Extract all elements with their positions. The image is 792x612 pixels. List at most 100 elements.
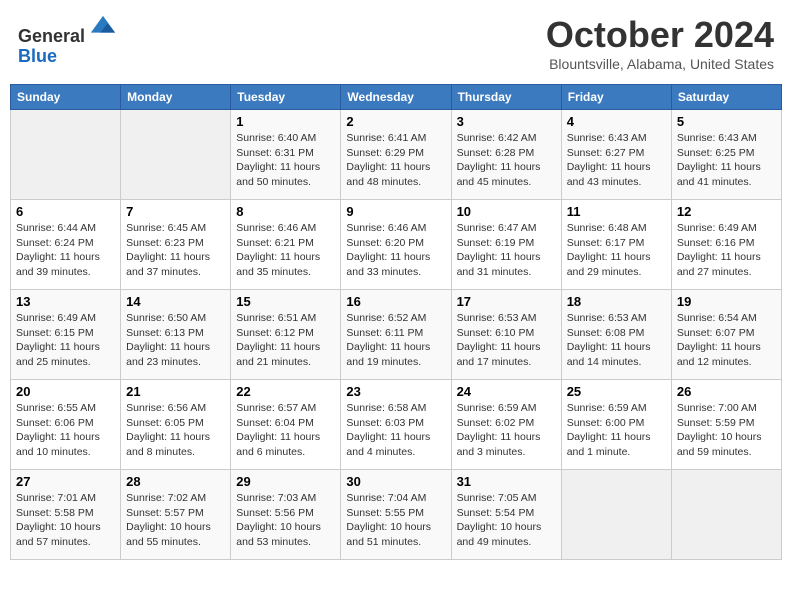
calendar-cell: 5Sunrise: 6:43 AMSunset: 6:25 PMDaylight… xyxy=(671,110,781,200)
calendar-cell: 2 Sunrise: 6:41 AMSunset: 6:29 PMDaylight… xyxy=(341,110,451,200)
day-info: Sunrise: 6:57 AMSunset: 6:04 PMDaylight:… xyxy=(236,401,335,460)
day-number: 30 xyxy=(346,474,445,489)
calendar-cell: 15 Sunrise: 6:51 AMSunset: 6:12 PMDayligh… xyxy=(231,290,341,380)
day-number: 23 xyxy=(346,384,445,399)
calendar-cell: 10 Sunrise: 6:47 AMSunset: 6:19 PMDayligh… xyxy=(451,200,561,290)
day-number: 21 xyxy=(126,384,225,399)
day-info: Sunrise: 6:56 AMSunset: 6:05 PMDaylight:… xyxy=(126,401,225,460)
day-header-saturday: Saturday xyxy=(671,85,781,110)
day-number: 16 xyxy=(346,294,445,309)
day-number: 19 xyxy=(677,294,776,309)
logo-icon xyxy=(89,14,117,42)
day-header-friday: Friday xyxy=(561,85,671,110)
day-info: Sunrise: 6:53 AMSunset: 6:10 PMDaylight:… xyxy=(457,311,556,370)
day-number: 22 xyxy=(236,384,335,399)
day-number: 10 xyxy=(457,204,556,219)
day-number: 4 xyxy=(567,114,666,129)
calendar-cell: 26Sunrise: 7:00 AMSunset: 5:59 PMDayligh… xyxy=(671,380,781,470)
calendar-week-row: 27Sunrise: 7:01 AMSunset: 5:58 PMDayligh… xyxy=(11,470,782,560)
day-info: Sunrise: 6:59 AMSunset: 6:00 PMDaylight:… xyxy=(567,401,666,460)
day-number: 11 xyxy=(567,204,666,219)
calendar-cell: 27Sunrise: 7:01 AMSunset: 5:58 PMDayligh… xyxy=(11,470,121,560)
calendar-week-row: 20 Sunrise: 6:55 AMSunset: 6:06 PMDayligh… xyxy=(11,380,782,470)
calendar-week-row: 1 Sunrise: 6:40 AMSunset: 6:31 PMDaylight… xyxy=(11,110,782,200)
day-number: 28 xyxy=(126,474,225,489)
day-info: Sunrise: 7:02 AMSunset: 5:57 PMDaylight:… xyxy=(126,491,225,550)
calendar-header-row: SundayMondayTuesdayWednesdayThursdayFrid… xyxy=(11,85,782,110)
day-info: Sunrise: 6:46 AMSunset: 6:21 PMDaylight:… xyxy=(236,221,335,280)
title-block: October 2024 Blountsville, Alabama, Unit… xyxy=(546,14,774,72)
calendar-cell: 6 Sunrise: 6:44 AMSunset: 6:24 PMDaylight… xyxy=(11,200,121,290)
calendar-cell xyxy=(561,470,671,560)
calendar-cell: 14Sunrise: 6:50 AMSunset: 6:13 PMDayligh… xyxy=(121,290,231,380)
day-number: 6 xyxy=(16,204,115,219)
calendar-cell: 8 Sunrise: 6:46 AMSunset: 6:21 PMDaylight… xyxy=(231,200,341,290)
calendar-cell: 22 Sunrise: 6:57 AMSunset: 6:04 PMDayligh… xyxy=(231,380,341,470)
location: Blountsville, Alabama, United States xyxy=(546,56,774,72)
calendar-cell: 1 Sunrise: 6:40 AMSunset: 6:31 PMDaylight… xyxy=(231,110,341,200)
day-info: Sunrise: 6:50 AMSunset: 6:13 PMDaylight:… xyxy=(126,311,225,370)
day-info: Sunrise: 6:55 AMSunset: 6:06 PMDaylight:… xyxy=(16,401,115,460)
day-header-tuesday: Tuesday xyxy=(231,85,341,110)
day-info: Sunrise: 7:00 AMSunset: 5:59 PMDaylight:… xyxy=(677,401,776,460)
day-info: Sunrise: 6:46 AMSunset: 6:20 PMDaylight:… xyxy=(346,221,445,280)
logo-blue: Blue xyxy=(18,46,57,66)
calendar-cell: 13 Sunrise: 6:49 AMSunset: 6:15 PMDayligh… xyxy=(11,290,121,380)
day-info: Sunrise: 7:04 AMSunset: 5:55 PMDaylight:… xyxy=(346,491,445,550)
calendar-cell: 4 Sunrise: 6:43 AMSunset: 6:27 PMDaylight… xyxy=(561,110,671,200)
day-number: 18 xyxy=(567,294,666,309)
day-info: Sunrise: 6:44 AMSunset: 6:24 PMDaylight:… xyxy=(16,221,115,280)
calendar-cell: 3Sunrise: 6:42 AMSunset: 6:28 PMDaylight… xyxy=(451,110,561,200)
day-header-monday: Monday xyxy=(121,85,231,110)
calendar-cell xyxy=(671,470,781,560)
page-header: General Blue October 2024 Blountsville, … xyxy=(10,10,782,76)
day-number: 12 xyxy=(677,204,776,219)
logo-general: General xyxy=(18,26,85,46)
day-info: Sunrise: 6:53 AMSunset: 6:08 PMDaylight:… xyxy=(567,311,666,370)
day-header-sunday: Sunday xyxy=(11,85,121,110)
day-header-wednesday: Wednesday xyxy=(341,85,451,110)
calendar-cell: 21 Sunrise: 6:56 AMSunset: 6:05 PMDayligh… xyxy=(121,380,231,470)
day-number: 31 xyxy=(457,474,556,489)
day-number: 1 xyxy=(236,114,335,129)
day-number: 7 xyxy=(126,204,225,219)
calendar-cell: 25Sunrise: 6:59 AMSunset: 6:00 PMDayligh… xyxy=(561,380,671,470)
calendar-cell: 24Sunrise: 6:59 AMSunset: 6:02 PMDayligh… xyxy=(451,380,561,470)
day-info: Sunrise: 6:43 AMSunset: 6:27 PMDaylight:… xyxy=(567,131,666,190)
day-number: 8 xyxy=(236,204,335,219)
calendar-cell: 30 Sunrise: 7:04 AMSunset: 5:55 PMDayligh… xyxy=(341,470,451,560)
logo: General Blue xyxy=(18,14,117,67)
day-number: 9 xyxy=(346,204,445,219)
calendar-cell: 23Sunrise: 6:58 AMSunset: 6:03 PMDayligh… xyxy=(341,380,451,470)
day-info: Sunrise: 6:59 AMSunset: 6:02 PMDaylight:… xyxy=(457,401,556,460)
calendar-cell xyxy=(11,110,121,200)
day-header-thursday: Thursday xyxy=(451,85,561,110)
day-info: Sunrise: 6:49 AMSunset: 6:15 PMDaylight:… xyxy=(16,311,115,370)
day-number: 17 xyxy=(457,294,556,309)
day-number: 5 xyxy=(677,114,776,129)
day-number: 2 xyxy=(346,114,445,129)
calendar-cell: 17 Sunrise: 6:53 AMSunset: 6:10 PMDayligh… xyxy=(451,290,561,380)
day-info: Sunrise: 6:41 AMSunset: 6:29 PMDaylight:… xyxy=(346,131,445,190)
calendar-cell xyxy=(121,110,231,200)
day-info: Sunrise: 6:49 AMSunset: 6:16 PMDaylight:… xyxy=(677,221,776,280)
day-info: Sunrise: 6:40 AMSunset: 6:31 PMDaylight:… xyxy=(236,131,335,190)
calendar-cell: 11Sunrise: 6:48 AMSunset: 6:17 PMDayligh… xyxy=(561,200,671,290)
day-info: Sunrise: 6:51 AMSunset: 6:12 PMDaylight:… xyxy=(236,311,335,370)
calendar-cell: 20 Sunrise: 6:55 AMSunset: 6:06 PMDayligh… xyxy=(11,380,121,470)
calendar-cell: 7 Sunrise: 6:45 AMSunset: 6:23 PMDaylight… xyxy=(121,200,231,290)
calendar-week-row: 13 Sunrise: 6:49 AMSunset: 6:15 PMDayligh… xyxy=(11,290,782,380)
day-number: 15 xyxy=(236,294,335,309)
calendar-cell: 29Sunrise: 7:03 AMSunset: 5:56 PMDayligh… xyxy=(231,470,341,560)
day-info: Sunrise: 7:05 AMSunset: 5:54 PMDaylight:… xyxy=(457,491,556,550)
day-info: Sunrise: 6:45 AMSunset: 6:23 PMDaylight:… xyxy=(126,221,225,280)
calendar-cell: 16Sunrise: 6:52 AMSunset: 6:11 PMDayligh… xyxy=(341,290,451,380)
calendar-cell: 31 Sunrise: 7:05 AMSunset: 5:54 PMDayligh… xyxy=(451,470,561,560)
month-title: October 2024 xyxy=(546,14,774,56)
calendar-cell: 19Sunrise: 6:54 AMSunset: 6:07 PMDayligh… xyxy=(671,290,781,380)
calendar-cell: 18 Sunrise: 6:53 AMSunset: 6:08 PMDayligh… xyxy=(561,290,671,380)
day-number: 13 xyxy=(16,294,115,309)
day-info: Sunrise: 6:47 AMSunset: 6:19 PMDaylight:… xyxy=(457,221,556,280)
day-number: 20 xyxy=(16,384,115,399)
calendar-cell: 28 Sunrise: 7:02 AMSunset: 5:57 PMDayligh… xyxy=(121,470,231,560)
